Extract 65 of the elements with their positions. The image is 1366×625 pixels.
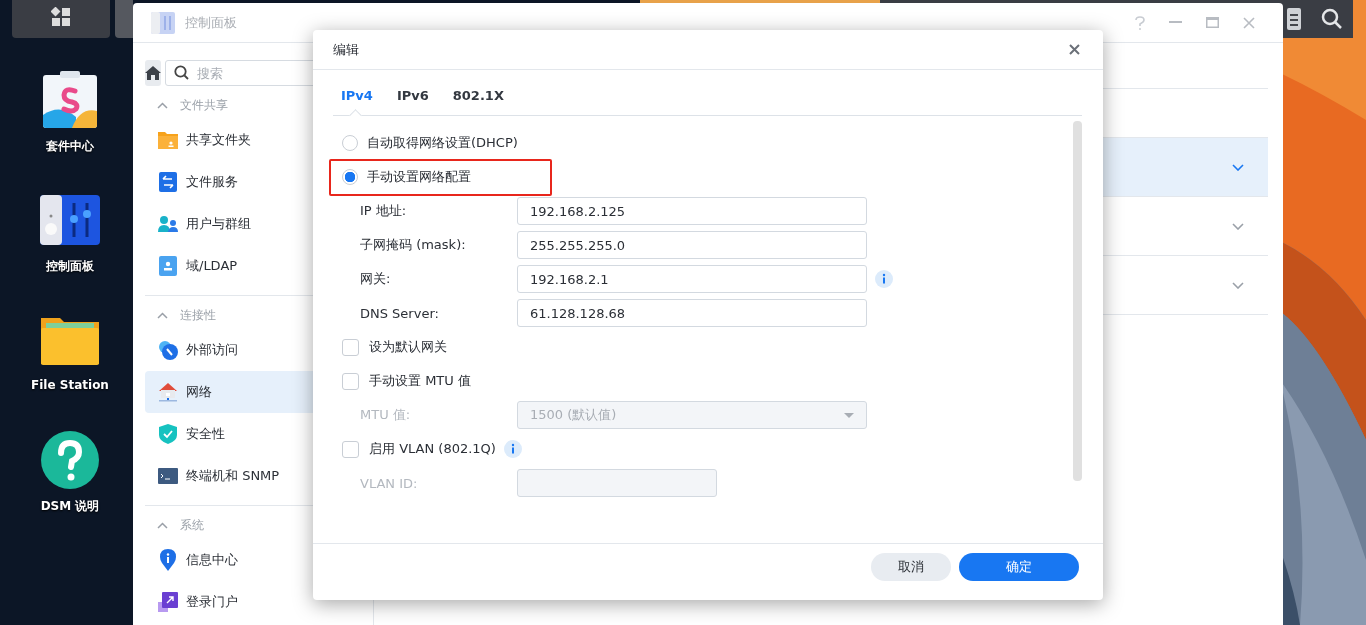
search-icon [174,65,189,80]
cancel-button[interactable]: 取消 [871,553,951,581]
field-label: VLAN ID: [360,475,419,491]
field-label: IP 地址: [360,202,408,220]
info-pin-icon [158,549,178,571]
field-label: DNS Server: [360,305,440,321]
section-title: 系统 [180,517,204,534]
checkbox[interactable] [342,372,359,390]
list-icon[interactable] [1287,8,1301,30]
caret-icon[interactable] [157,102,168,109]
checkbox-label: 设为默认网关 [369,338,447,356]
arrow-square-icon [158,592,178,612]
checkbox[interactable] [342,338,359,356]
minimize-icon[interactable] [1169,21,1182,24]
input-field[interactable]: 61.128.128.68 [517,299,867,327]
chevron-icon[interactable] [1232,222,1244,230]
shield-icon [158,424,178,444]
grid-icon [51,7,71,27]
info-icon[interactable] [875,270,893,288]
help-icon[interactable] [41,430,99,490]
sidebar-item[interactable]: 登录门户 [145,581,373,623]
home-icon [145,66,161,80]
tab[interactable]: 802.1X [452,80,512,115]
section-title: 文件共享 [180,97,228,114]
chevron-icon[interactable] [1232,281,1244,289]
input-field[interactable]: 192.168.2.1 [517,265,867,293]
field-label: 网关: [360,270,392,288]
checkbox-label: 启用 VLAN (802.1Q) [369,440,496,458]
caret-icon[interactable] [157,312,168,319]
radio-label: 手动设置网络配置 [367,168,471,186]
window-title: 控制面板 [185,13,237,32]
search-icon[interactable] [1321,8,1343,30]
arrows-icon [158,172,178,192]
main-menu-button[interactable] [12,0,110,38]
users-icon [158,215,178,233]
checkbox[interactable] [342,440,359,458]
radio-label: 自动取得网络设置(DHCP) [367,134,518,152]
desktop-icon-label[interactable]: 控制面板 [46,258,94,275]
confirm-button[interactable]: 确定 [959,553,1079,581]
scrollbar[interactable] [1073,121,1082,481]
section-title: 连接性 [180,307,216,324]
desktop-icon-label[interactable]: 套件中心 [46,138,94,155]
input-field[interactable]: 192.168.2.125 [517,197,867,225]
maximize-icon[interactable] [1206,17,1219,28]
tab[interactable]: IPv6 [396,80,437,115]
dialog-title: 编辑 [333,40,359,59]
folder-icon [158,131,178,149]
caret-icon [844,412,854,418]
globe-icon [158,340,178,360]
field-label: 子网掩码 (mask): [360,236,467,254]
caret-icon[interactable] [157,522,168,529]
shopping-bag-icon[interactable] [42,70,98,130]
sidebar-item[interactable]: 信息中心 [145,539,373,581]
desktop-icon-label[interactable]: DSM 说明 [40,498,100,515]
sliders-icon [151,11,175,34]
home-button[interactable] [145,60,161,86]
chevron-icon[interactable] [1232,163,1244,171]
close-icon[interactable] [1069,44,1080,55]
id-card-icon [158,256,178,276]
terminal-icon [158,468,178,484]
radio-button[interactable] [342,169,358,185]
house-icon [158,382,178,402]
input-field[interactable]: 255.255.255.0 [517,231,867,259]
desktop-icon-label[interactable]: File Station [31,378,109,392]
info-icon[interactable] [503,440,522,458]
